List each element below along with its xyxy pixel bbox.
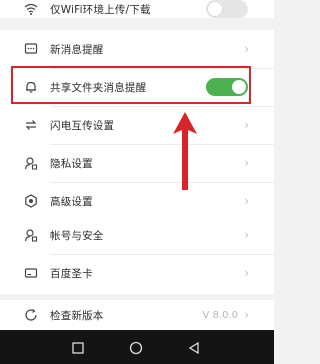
chevron-right-icon: › — [244, 266, 249, 280]
red-arrow-icon — [173, 112, 197, 190]
chevron-right-icon: › — [244, 194, 249, 208]
check-update-label: 检查新版本 — [50, 309, 104, 322]
message-icon — [23, 41, 39, 57]
flash-transfer-label: 闪电互传设置 — [50, 119, 115, 132]
check-update-row[interactable]: 检查新版本 V 8.0.0 › — [0, 296, 274, 334]
android-nav-bar — [0, 330, 274, 364]
baidu-card-row[interactable]: 百度圣卡 › — [0, 254, 274, 292]
chevron-right-icon: › — [244, 118, 249, 132]
triangle-back-icon — [188, 342, 199, 354]
version-text: V 8.0.0 — [202, 309, 238, 321]
baidu-card-label: 百度圣卡 — [50, 267, 93, 280]
notification-section: 新消息提醒 › 共享文件夹消息提醒 闪电互传设置 › 隐私设置 › 高级设置 › — [0, 30, 274, 222]
privacy-label: 隐私设置 — [50, 157, 93, 170]
highlight-box — [11, 66, 251, 104]
account-security-label: 帐号与安全 — [50, 229, 104, 242]
card-icon — [23, 265, 39, 281]
square-icon — [72, 342, 84, 354]
settings-icon — [23, 193, 39, 209]
chevron-right-icon: › — [244, 308, 249, 322]
new-message-row[interactable]: 新消息提醒 › — [0, 30, 274, 68]
circle-icon — [129, 341, 143, 355]
version-section: 检查新版本 V 8.0.0 › — [0, 300, 274, 330]
advanced-settings-label: 高级设置 — [50, 195, 93, 208]
wifi-only-row[interactable]: 仅WiFi环境上传/下载 — [0, 0, 274, 28]
chevron-right-icon: › — [244, 156, 249, 170]
account-section: 帐号与安全 › 百度圣卡 › — [0, 216, 274, 294]
toggle-knob — [208, 2, 222, 16]
new-message-label: 新消息提醒 — [50, 43, 104, 56]
wifi-icon — [23, 1, 39, 17]
privacy-icon — [23, 155, 39, 171]
privacy-row[interactable]: 隐私设置 › — [0, 144, 274, 182]
recent-apps-button[interactable] — [68, 338, 88, 358]
top-section: 仅WiFi环境上传/下载 — [0, 0, 274, 18]
advanced-settings-row[interactable]: 高级设置 › — [0, 182, 274, 220]
transfer-icon — [23, 117, 39, 133]
chevron-right-icon: › — [244, 42, 249, 56]
wifi-only-label: 仅WiFi环境上传/下载 — [50, 3, 151, 16]
wifi-only-toggle[interactable] — [206, 0, 248, 18]
back-button[interactable] — [184, 338, 204, 358]
flash-transfer-row[interactable]: 闪电互传设置 › — [0, 106, 274, 144]
account-icon — [23, 227, 39, 243]
home-button[interactable] — [126, 338, 146, 358]
chevron-right-icon: › — [244, 228, 249, 242]
update-icon — [23, 307, 39, 323]
account-security-row[interactable]: 帐号与安全 › — [0, 216, 274, 254]
